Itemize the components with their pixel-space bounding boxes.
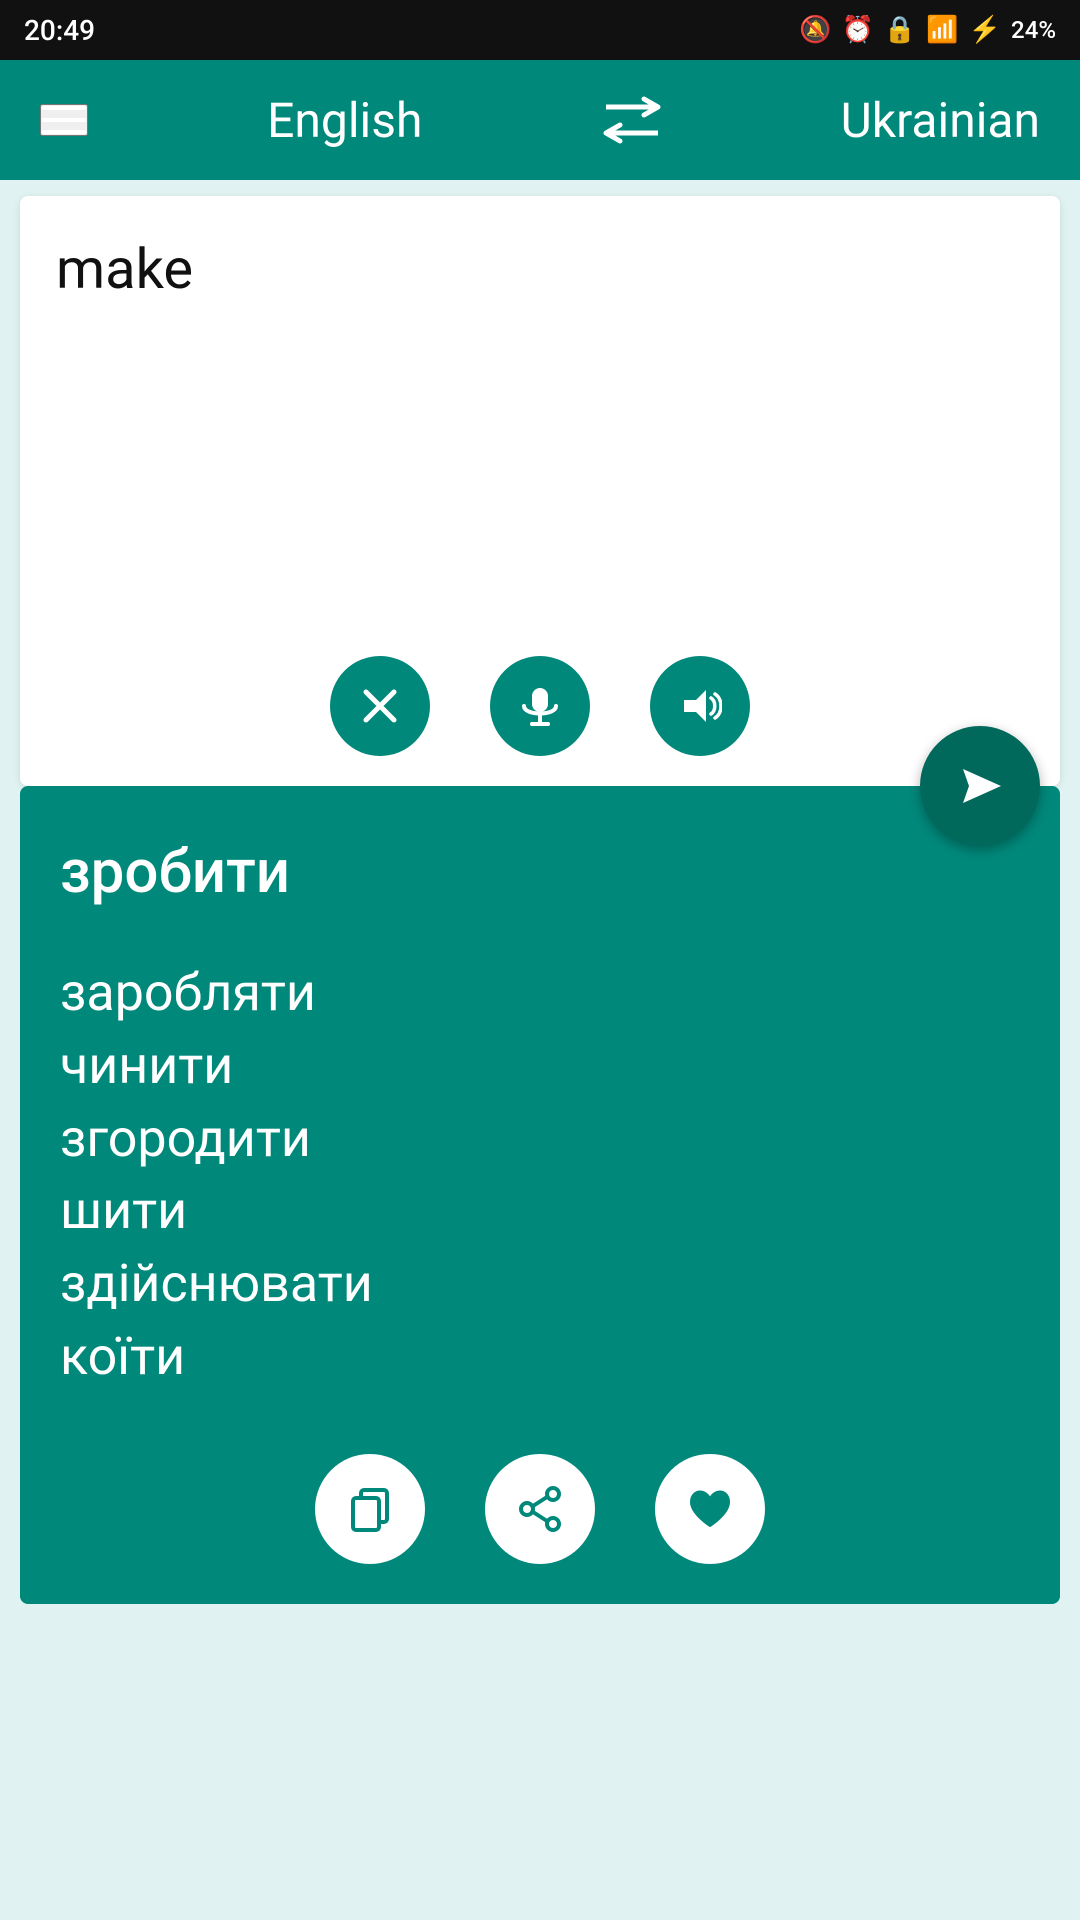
output-area: зробити заробляти чинити згородити шити …: [20, 786, 1060, 1604]
status-icons: 🔕 ⏰ 🔒 📶 ⚡ 24%: [799, 15, 1056, 45]
microphone-button[interactable]: [490, 656, 590, 756]
battery-icon: ⚡: [969, 15, 1001, 45]
main-translation: зробити: [60, 836, 1020, 907]
copy-button[interactable]: [315, 1454, 425, 1564]
lock-icon: 🔒: [884, 15, 916, 45]
favorite-button[interactable]: [655, 1454, 765, 1564]
list-item: коїти: [60, 1321, 1020, 1394]
target-language[interactable]: Ukrainian: [841, 92, 1040, 149]
list-item: здійснювати: [60, 1248, 1020, 1321]
list-item: чинити: [60, 1030, 1020, 1103]
status-bar: 20:49 🔕 ⏰ 🔒 📶 ⚡ 24%: [0, 0, 1080, 60]
source-language[interactable]: English: [267, 92, 422, 149]
source-text-input[interactable]: [56, 236, 1024, 636]
menu-button[interactable]: [40, 104, 88, 136]
speaker-button[interactable]: [650, 656, 750, 756]
translate-fab-button[interactable]: [920, 726, 1040, 846]
alarm-icon: ⏰: [842, 15, 874, 45]
toolbar: English Ukrainian: [0, 60, 1080, 180]
notification-muted-icon: 🔕: [799, 15, 831, 45]
list-item: заробляти: [60, 957, 1020, 1030]
battery-percent: 24%: [1011, 16, 1056, 44]
output-actions: [60, 1454, 1020, 1564]
status-time: 20:49: [24, 14, 95, 47]
signal-icon: 📶: [926, 15, 958, 45]
input-area: [20, 196, 1060, 786]
list-item: згородити: [60, 1103, 1020, 1176]
swap-languages-button[interactable]: [602, 95, 662, 145]
list-item: шити: [60, 1175, 1020, 1248]
clear-button[interactable]: [330, 656, 430, 756]
input-actions: [56, 636, 1024, 766]
share-button[interactable]: [485, 1454, 595, 1564]
translation-list: заробляти чинити згородити шити здійснюв…: [60, 957, 1020, 1394]
